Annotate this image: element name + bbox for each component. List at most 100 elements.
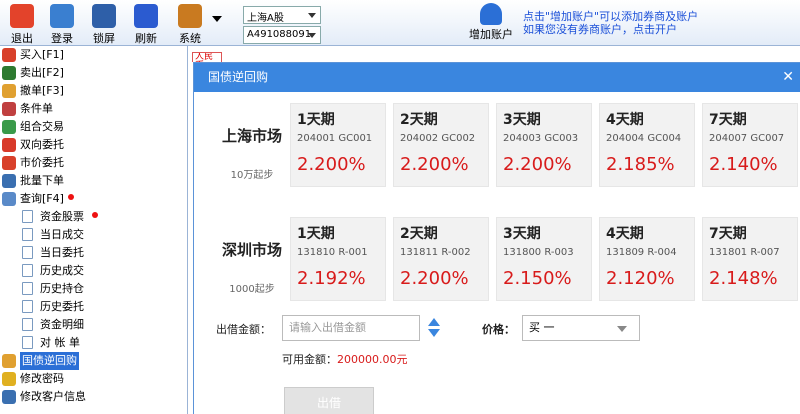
chevron-down-icon bbox=[617, 326, 627, 332]
repo-product-card[interactable]: 2天期 204002 GC002 2.200% bbox=[393, 103, 489, 187]
market-select[interactable]: 上海A股 bbox=[243, 6, 321, 24]
product-term: 1天期 bbox=[297, 226, 335, 242]
sidebar-item-label: 修改客户信息 bbox=[20, 390, 86, 403]
repo-product-card[interactable]: 1天期 131810 R-001 2.192% bbox=[290, 217, 386, 301]
product-rate: 2.140% bbox=[709, 154, 778, 175]
sidebar-item[interactable]: 资金股票 bbox=[0, 208, 187, 226]
price-select[interactable]: 买 一 bbox=[522, 315, 640, 341]
close-icon[interactable]: ✕ bbox=[782, 69, 794, 85]
sidebar-item[interactable]: 资金明细 bbox=[0, 316, 187, 334]
product-term: 2天期 bbox=[400, 226, 438, 242]
sidebar-item[interactable]: 历史成交 bbox=[0, 262, 187, 280]
chevron-down-icon[interactable] bbox=[212, 16, 222, 22]
toolbar-button-grid-lock[interactable]: 锁屏 bbox=[82, 2, 126, 45]
sidebar-item[interactable]: 卖出[F2] bbox=[0, 64, 187, 82]
product-term: 7天期 bbox=[709, 112, 747, 128]
query-icon bbox=[2, 192, 16, 206]
sidebar-item-label: 双向委托 bbox=[20, 138, 64, 151]
repo-product-card[interactable]: 4天期 204004 GC004 2.185% bbox=[599, 103, 695, 187]
sidebar-item-label: 条件单 bbox=[20, 102, 53, 115]
sidebar-item-label: 买入[F1] bbox=[20, 48, 64, 61]
sidebar-item[interactable]: 历史委托 bbox=[0, 298, 187, 316]
toolbar-button-power[interactable]: 退出 bbox=[0, 2, 44, 45]
product-term: 3天期 bbox=[503, 112, 541, 128]
sidebar-item[interactable]: 查询[F4] bbox=[0, 190, 187, 208]
buy-icon bbox=[2, 48, 16, 62]
tip-line-2: 如果您没有券商账户，点击开户 bbox=[523, 23, 677, 36]
repo-product-card[interactable]: 4天期 131809 R-004 2.120% bbox=[599, 217, 695, 301]
stepper-up-icon[interactable] bbox=[428, 318, 440, 326]
product-code: 204007 GC007 bbox=[709, 133, 785, 144]
account-select[interactable]: A491088091 bbox=[243, 26, 321, 44]
condition-icon bbox=[2, 102, 16, 116]
product-rate: 2.185% bbox=[606, 154, 675, 175]
product-code: 131811 R-002 bbox=[400, 247, 471, 258]
sidebar-item-label: 卖出[F2] bbox=[20, 66, 64, 79]
sidebar-item[interactable]: 修改密码 bbox=[0, 370, 187, 388]
toolbar-button-refresh[interactable]: 刷新 bbox=[124, 2, 168, 45]
open-account-tip[interactable]: 点击"增加账户"可以添加券商及账户 如果您没有券商账户，点击开户 bbox=[523, 10, 698, 36]
sidebar-item[interactable]: 市价委托 bbox=[0, 154, 187, 172]
market-minimum: 1000起步 bbox=[229, 284, 275, 295]
user-edit-icon bbox=[2, 390, 16, 404]
product-rate: 2.200% bbox=[400, 268, 469, 289]
product-code: 204004 GC004 bbox=[606, 133, 682, 144]
stepper-down-icon[interactable] bbox=[428, 329, 440, 337]
product-rate: 2.200% bbox=[400, 154, 469, 175]
repo-product-card[interactable]: 2天期 131811 R-002 2.200% bbox=[393, 217, 489, 301]
product-term: 2天期 bbox=[400, 112, 438, 128]
tip-line-1: 点击"增加账户"可以添加券商及账户 bbox=[523, 10, 699, 23]
repo-product-card[interactable]: 7天期 204007 GC007 2.140% bbox=[702, 103, 798, 187]
sidebar-item[interactable]: 条件单 bbox=[0, 100, 187, 118]
toolbar-button-label: 刷新 bbox=[135, 32, 157, 45]
product-rate: 2.120% bbox=[606, 268, 675, 289]
sidebar-item[interactable]: 当日委托 bbox=[0, 244, 187, 262]
sidebar-item[interactable]: 撤单[F3] bbox=[0, 82, 187, 100]
doc-icon bbox=[22, 318, 33, 331]
product-code: 131801 R-007 bbox=[709, 247, 780, 258]
sidebar-item[interactable]: 对 帐 单 bbox=[0, 334, 187, 352]
doc-icon bbox=[22, 246, 33, 259]
sidebar-item[interactable]: 批量下单 bbox=[0, 172, 187, 190]
available-amount: 可用金额：200000.00元 bbox=[282, 351, 408, 367]
sidebar-item[interactable]: 双向委托 bbox=[0, 136, 187, 154]
product-term: 1天期 bbox=[297, 112, 335, 128]
batch-icon bbox=[2, 174, 16, 188]
market-label: 深圳市场 1000起步 bbox=[212, 239, 292, 295]
amount-stepper[interactable] bbox=[428, 318, 440, 338]
doc-icon bbox=[22, 336, 33, 349]
repo-product-card[interactable]: 1天期 204001 GC001 2.200% bbox=[290, 103, 386, 187]
amount-input[interactable]: 请输入出借金额 bbox=[282, 315, 420, 341]
sidebar-item[interactable]: 历史持仓 bbox=[0, 280, 187, 298]
currency-tab[interactable]: 人民币 bbox=[192, 52, 222, 62]
sidebar-item[interactable]: 国债逆回购 bbox=[0, 352, 187, 370]
repo-product-card[interactable]: 3天期 131800 R-003 2.150% bbox=[496, 217, 592, 301]
sidebar-item-label: 历史委托 bbox=[40, 300, 84, 313]
sidebar-item[interactable]: 买入[F1] bbox=[0, 46, 187, 64]
repo-product-card[interactable]: 7天期 131801 R-007 2.148% bbox=[702, 217, 798, 301]
product-code: 204003 GC003 bbox=[503, 133, 579, 144]
doc-icon bbox=[22, 282, 33, 295]
sidebar-item[interactable]: 当日成交 bbox=[0, 226, 187, 244]
add-account-button[interactable]: 增加账户 bbox=[466, 3, 516, 42]
sidebar-item[interactable]: 修改客户信息 bbox=[0, 388, 187, 406]
repo-product-card[interactable]: 3天期 204003 GC003 2.200% bbox=[496, 103, 592, 187]
notification-dot bbox=[68, 194, 74, 200]
sidebar-item[interactable]: 组合交易 bbox=[0, 118, 187, 136]
cancel-hand-icon bbox=[2, 84, 16, 98]
bond-icon bbox=[2, 354, 16, 368]
toolbar-button-label: 登录 bbox=[51, 32, 73, 45]
users-icon bbox=[50, 4, 74, 28]
toolbar-button-tools[interactable]: 系统 bbox=[168, 2, 212, 45]
product-term: 4天期 bbox=[606, 112, 644, 128]
toolbar-button-users[interactable]: 登录 bbox=[40, 2, 84, 45]
product-rate: 2.192% bbox=[297, 268, 366, 289]
lend-button[interactable]: 出借 bbox=[284, 387, 374, 414]
main-panel: 人民币 国债逆回购 ✕ 上海市场 10万起步 1天期 204001 GC001 2.20… bbox=[188, 46, 800, 414]
sidebar-item-label: 市价委托 bbox=[20, 156, 64, 169]
toolbar-button-label: 退出 bbox=[11, 32, 33, 45]
price-select-value: 买 一 bbox=[529, 321, 555, 334]
sidebar-item-label: 查询[F4] bbox=[20, 192, 64, 205]
doc-icon bbox=[22, 264, 33, 277]
reverse-repo-dialog: 国债逆回购 ✕ 上海市场 10万起步 1天期 204001 GC001 2.200% 2天… bbox=[193, 62, 800, 414]
